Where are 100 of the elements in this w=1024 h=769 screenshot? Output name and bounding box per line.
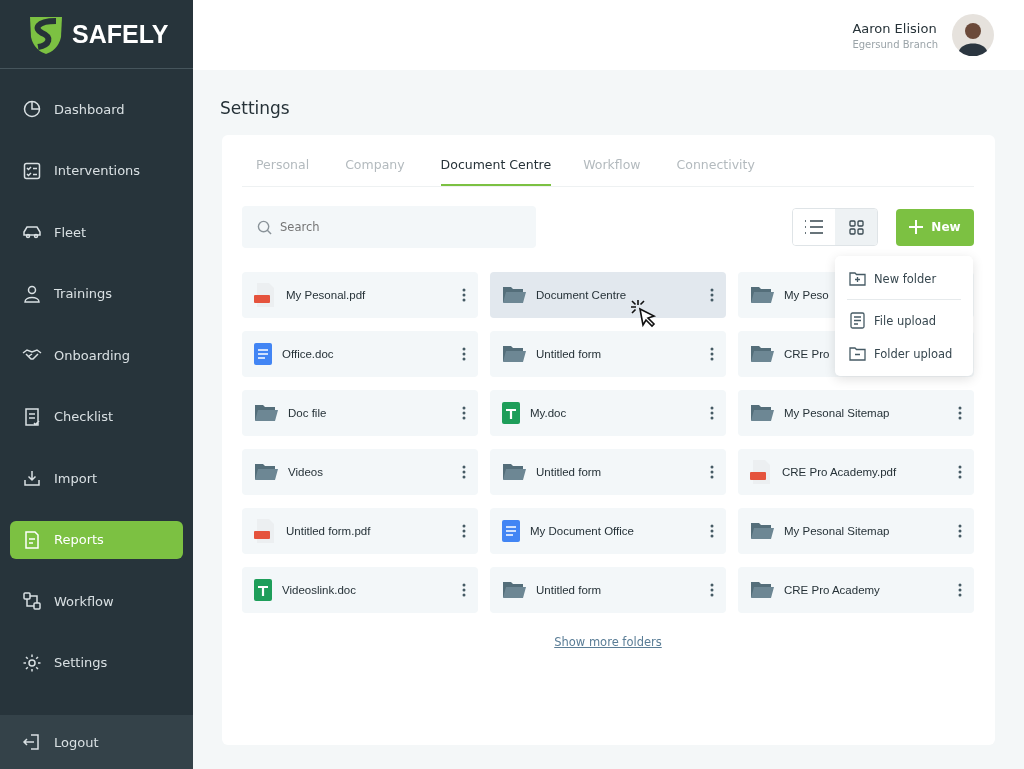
user-name: Aaron Elision xyxy=(852,20,937,36)
sidebar-item[interactable]: Trainings xyxy=(10,274,183,313)
file-name: Doc file xyxy=(288,407,327,419)
document-icon xyxy=(22,529,42,550)
file-card[interactable]: Document Centre xyxy=(490,272,726,318)
workflow-icon xyxy=(22,591,42,611)
more-icon[interactable] xyxy=(462,347,466,361)
file-name: CRE Pro xyxy=(784,348,830,360)
more-icon[interactable] xyxy=(710,347,714,361)
file-name: Untitled form.pdf xyxy=(286,525,371,537)
file-card[interactable]: My Document Office xyxy=(490,508,726,554)
avatar-icon[interactable] xyxy=(952,14,994,56)
folder-icon xyxy=(750,344,774,364)
file-card[interactable]: Untitled form xyxy=(490,331,726,377)
pdf-file-icon xyxy=(254,519,276,543)
folder-minus-icon xyxy=(849,345,866,362)
more-icon[interactable] xyxy=(462,583,466,597)
checklist-icon xyxy=(22,160,42,181)
file-card[interactable]: CRE Pro Academy.pdf xyxy=(738,449,974,495)
folder-icon xyxy=(750,403,774,423)
clipboard-icon xyxy=(22,406,42,427)
sidebar-item[interactable]: Settings xyxy=(10,643,183,682)
sidebar-item[interactable]: Workflow xyxy=(10,582,183,620)
file-name: My.doc xyxy=(530,407,567,419)
download-icon xyxy=(22,468,42,488)
file-name: Document Centre xyxy=(536,289,627,301)
spreadsheet-icon xyxy=(254,579,272,601)
menu-item[interactable]: Folder upload xyxy=(835,337,973,370)
settings-icon xyxy=(22,652,42,673)
folder-icon xyxy=(502,344,526,364)
file-name: CRE Pro Academy.pdf xyxy=(782,466,897,478)
menu-item-label: New folder xyxy=(874,271,937,286)
sidebar-item[interactable]: Fleet xyxy=(10,213,183,251)
file-name: Untitled form xyxy=(536,584,602,596)
more-icon[interactable] xyxy=(958,524,962,538)
sidebar-item[interactable]: Dashboard xyxy=(10,90,183,128)
show-more-link[interactable]: Show more folders xyxy=(554,635,662,649)
file-name: Untitled form xyxy=(536,466,602,478)
user-branch: Egersund Branch xyxy=(852,38,938,50)
file-card[interactable]: My Pesonal.pdf xyxy=(242,272,478,318)
user-icon xyxy=(22,283,42,304)
folder-icon xyxy=(502,285,526,305)
more-icon[interactable] xyxy=(958,465,962,479)
list-icon xyxy=(804,220,824,234)
file-name: CRE Pro Academy xyxy=(784,584,880,596)
file-icon xyxy=(849,312,866,329)
sidebar-item[interactable]: Checklist xyxy=(10,397,183,436)
file-card[interactable]: Videoslink.doc xyxy=(242,567,478,613)
grid-icon xyxy=(848,219,864,235)
more-icon[interactable] xyxy=(462,524,466,538)
file-card[interactable]: CRE Pro Academy xyxy=(738,567,974,613)
file-card[interactable]: Untitled form xyxy=(490,449,726,495)
more-icon[interactable] xyxy=(462,465,466,479)
file-card[interactable]: Videos xyxy=(242,449,478,495)
pie-chart-icon xyxy=(22,99,42,119)
folder-icon xyxy=(502,462,526,482)
folder-icon xyxy=(750,580,774,600)
pdf-file-icon xyxy=(254,283,276,307)
more-icon[interactable] xyxy=(958,406,962,420)
logout-icon xyxy=(22,732,42,752)
more-icon[interactable] xyxy=(462,288,466,302)
folder-icon xyxy=(750,285,774,305)
file-name: Videoslink.doc xyxy=(282,584,356,596)
more-icon[interactable] xyxy=(710,288,714,302)
logout-button[interactable]: Logout xyxy=(0,715,193,769)
file-name: Untitled form xyxy=(536,348,602,360)
sidebar-item[interactable]: Interventions xyxy=(10,151,183,190)
file-card[interactable]: Doc file xyxy=(242,390,478,436)
brand-name: SAFELY xyxy=(72,19,169,49)
pdf-file-icon xyxy=(750,460,772,484)
more-icon[interactable] xyxy=(710,465,714,479)
search-field[interactable]: Search xyxy=(242,206,536,248)
more-icon[interactable] xyxy=(462,406,466,420)
more-icon[interactable] xyxy=(958,583,962,597)
file-card[interactable]: Untitled form xyxy=(490,567,726,613)
sidebar-item[interactable]: Onboarding xyxy=(10,336,183,374)
file-card[interactable]: Office.doc xyxy=(242,331,478,377)
file-card[interactable]: My Pesonal Sitemap xyxy=(738,390,974,436)
folder-plus-icon xyxy=(849,270,866,287)
file-name: My Pesonal Sitemap xyxy=(784,407,890,419)
file-card[interactable]: Untitled form.pdf xyxy=(242,508,478,554)
file-card[interactable]: My Pesonal Sitemap xyxy=(738,508,974,554)
search-icon xyxy=(257,220,272,235)
folder-icon xyxy=(750,521,774,541)
more-icon[interactable] xyxy=(710,406,714,420)
file-name: My Pesonal.pdf xyxy=(286,289,366,301)
tab[interactable]: Document Centre xyxy=(440,147,552,186)
document-icon xyxy=(254,343,272,365)
file-card[interactable]: My.doc xyxy=(490,390,726,436)
file-name: Office.doc xyxy=(282,348,334,360)
menu-item[interactable]: File upload xyxy=(835,304,973,337)
file-name: My Pesonal Sitemap xyxy=(784,525,890,537)
grid-view-button[interactable] xyxy=(835,209,877,245)
folder-icon xyxy=(254,403,278,423)
sidebar-item[interactable]: Import xyxy=(10,459,183,497)
more-icon[interactable] xyxy=(710,524,714,538)
menu-item-label: File upload xyxy=(874,313,937,328)
menu-item[interactable]: New folder xyxy=(835,262,973,295)
spreadsheet-icon xyxy=(502,402,520,424)
more-icon[interactable] xyxy=(710,583,714,597)
